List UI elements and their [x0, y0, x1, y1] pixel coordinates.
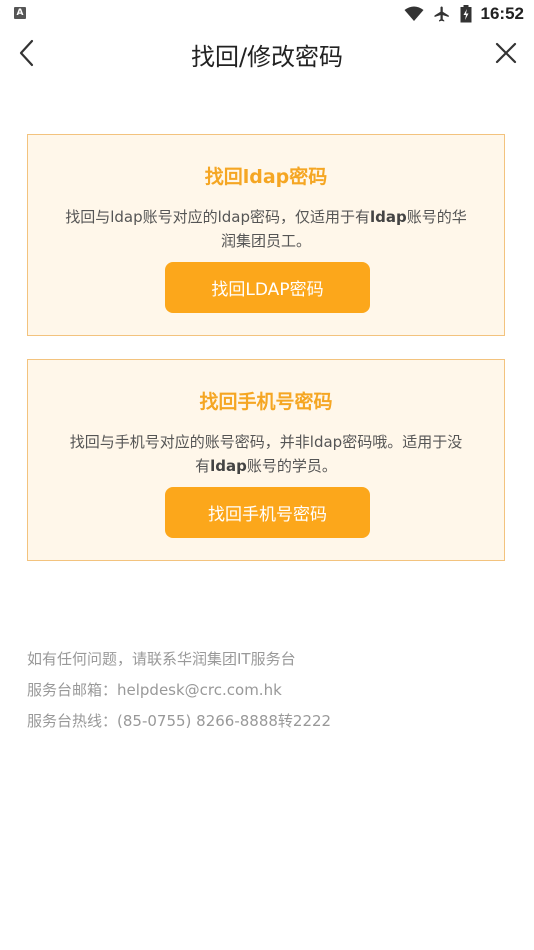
ldap-card-description: 找回与ldap账号对应的ldap密码，仅适用于有ldap账号的华润集团员工。: [64, 205, 468, 253]
help-info: 如有任何问题，请联系华润集团IT服务台 服务台邮箱：helpdesk@crc.c…: [27, 646, 507, 739]
recover-ldap-password-button[interactable]: 找回LDAP密码: [165, 262, 370, 313]
help-text: 如有任何问题，请联系华润集团IT服务台: [27, 650, 296, 668]
status-bar: A 16:52: [0, 0, 534, 28]
recover-phone-password-button[interactable]: 找回手机号密码: [165, 487, 370, 538]
phone-desc-text-2: 账号的学员。: [246, 457, 337, 475]
close-button[interactable]: [492, 39, 520, 67]
ldap-card-title: 找回ldap密码: [204, 166, 328, 188]
wifi-icon: [404, 6, 424, 21]
page-title: 找回/修改密码: [190, 43, 344, 71]
status-time: 16:52: [480, 4, 524, 23]
phone-recovery-card: 找回手机号密码 找回与手机号对应的账号密码，并非ldap密码哦。适用于没有lda…: [27, 359, 505, 561]
ldap-recovery-card: 找回ldap密码 找回与ldap账号对应的ldap密码，仅适用于有ldap账号的…: [27, 134, 505, 336]
status-indicators: 16:52: [404, 3, 524, 25]
ldap-desc-text-1: 找回与ldap账号对应的ldap密码，仅适用于有: [65, 208, 371, 226]
notification-app-icon: A: [14, 7, 26, 19]
phone-card-description: 找回与手机号对应的账号密码，并非ldap密码哦。适用于没有ldap账号的学员。: [64, 430, 468, 478]
phone-card-title: 找回手机号密码: [199, 391, 333, 413]
battery-icon: [460, 5, 472, 23]
helpdesk-email: 服务台邮箱：helpdesk@crc.com.hk: [27, 681, 282, 699]
helpdesk-hotline: 服务台热线：(85-0755) 8266-8888转2222: [27, 712, 332, 730]
navigation-bar: 找回/修改密码: [0, 28, 534, 78]
phone-desc-bold: ldap: [210, 457, 247, 475]
ldap-desc-bold: ldap: [370, 208, 407, 226]
close-icon: [495, 42, 517, 64]
airplane-icon: [434, 6, 449, 22]
